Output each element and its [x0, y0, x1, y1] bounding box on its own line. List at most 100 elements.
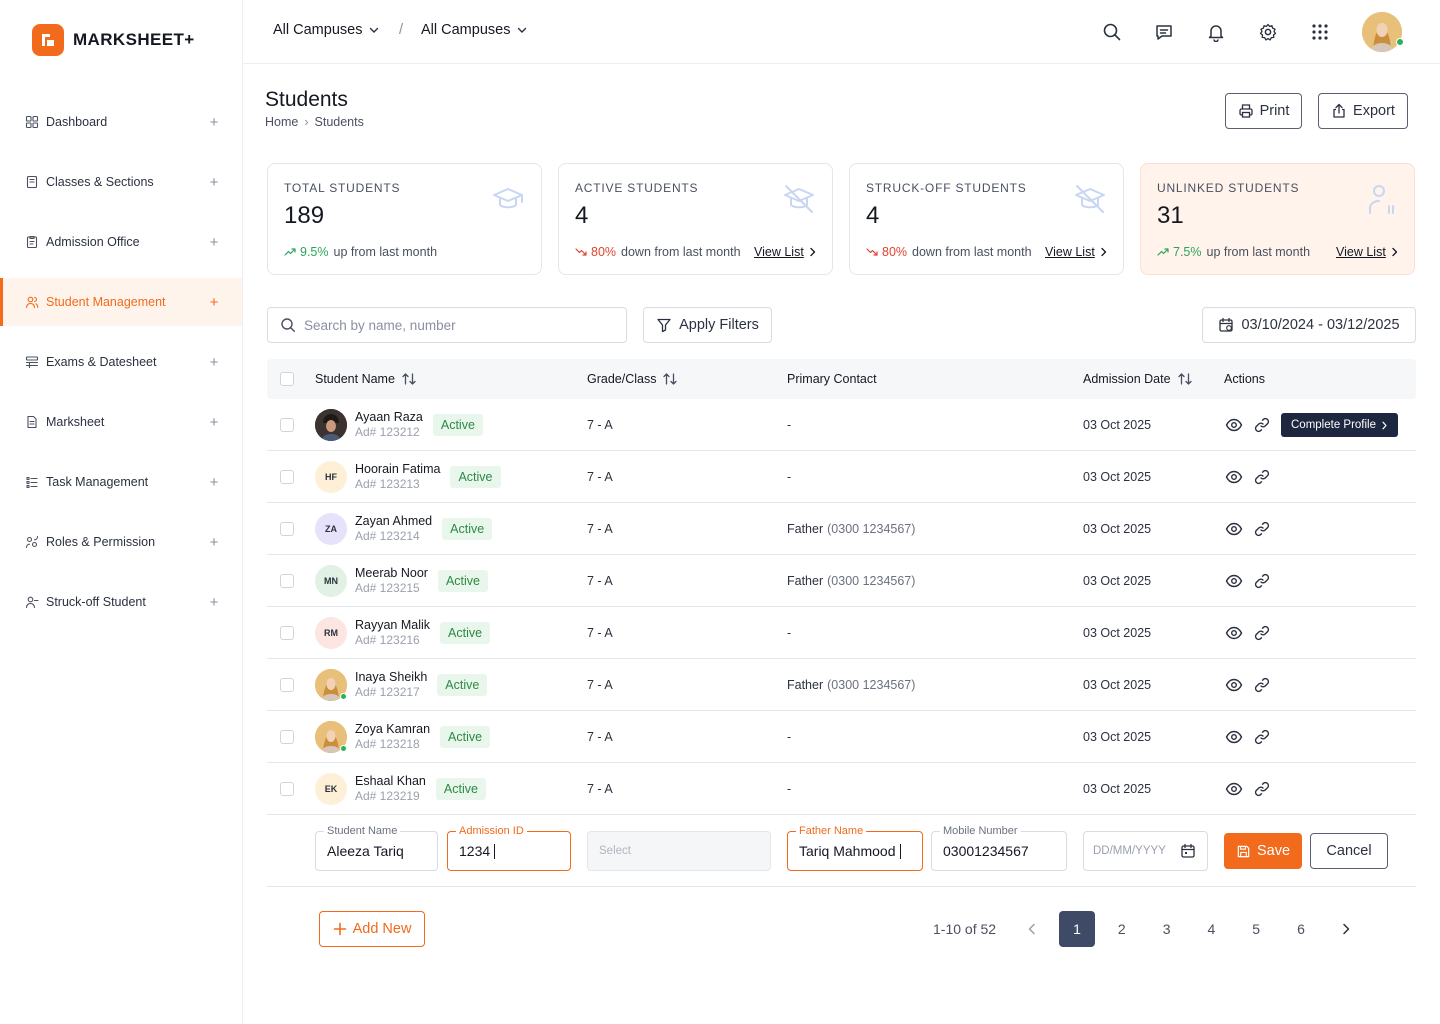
calendar-icon[interactable] — [1180, 843, 1196, 859]
search-icon[interactable] — [1102, 22, 1122, 42]
plus-icon[interactable]: + — [208, 414, 220, 431]
pagination-next[interactable] — [1328, 911, 1364, 947]
eye-icon[interactable] — [1225, 416, 1243, 434]
student-name[interactable]: Inaya Sheikh — [355, 670, 427, 685]
cancel-button[interactable]: Cancel — [1310, 833, 1388, 869]
select-all-checkbox[interactable] — [280, 372, 294, 386]
view-list-link[interactable]: View List — [1336, 245, 1399, 259]
plus-icon[interactable]: + — [208, 114, 220, 131]
table-row[interactable]: Zoya Kamran Ad# 123218 Active 7 - A - 03 Oct … — [267, 711, 1416, 763]
table-row[interactable]: RM Rayyan Malik Ad# 123216 Active 7 - A - 03 O… — [267, 607, 1416, 659]
pagination-page[interactable]: 2 — [1104, 911, 1140, 947]
brand-logo[interactable]: MARKSHEET+ — [32, 24, 195, 56]
pagination-page[interactable]: 5 — [1238, 911, 1274, 947]
export-button[interactable]: Export — [1318, 93, 1408, 129]
father-name-field[interactable]: Father Name Tariq Mahmood — [787, 824, 923, 871]
campus-select-right[interactable]: All Campuses — [421, 22, 528, 38]
mobile-number-field[interactable]: Mobile Number 03001234567 — [931, 824, 1067, 871]
pagination-page[interactable]: 3 — [1149, 911, 1185, 947]
sort-admission-date[interactable]: Admission Date — [1083, 359, 1193, 399]
row-checkbox[interactable] — [280, 730, 294, 744]
sort-grade[interactable]: Grade/Class — [587, 359, 678, 399]
student-name-field[interactable]: Student Name Aleeza Tariq — [315, 824, 438, 871]
plus-icon[interactable]: + — [208, 174, 220, 191]
complete-profile-button[interactable]: Complete Profile — [1281, 413, 1399, 437]
sidebar-item-task-management[interactable]: Task Management + — [0, 458, 242, 506]
sidebar-item-admission-office[interactable]: Admission Office + — [0, 218, 242, 266]
pagination-page[interactable]: 6 — [1283, 911, 1319, 947]
sidebar-item-exams-datesheet[interactable]: Exams & Datesheet + — [0, 338, 242, 386]
student-name[interactable]: Ayaan Raza — [355, 410, 423, 425]
student-name[interactable]: Zayan Ahmed — [355, 514, 432, 529]
breadcrumb-home[interactable]: Home — [265, 115, 298, 129]
plus-icon[interactable]: + — [208, 294, 220, 311]
row-checkbox[interactable] — [280, 782, 294, 796]
sidebar-item-classes-sections[interactable]: Classes & Sections + — [0, 158, 242, 206]
row-checkbox[interactable] — [280, 626, 294, 640]
link-icon[interactable] — [1253, 468, 1271, 486]
table-row[interactable]: ZA Zayan Ahmed Ad# 123214 Active 7 - A Father… — [267, 503, 1416, 555]
link-icon[interactable] — [1253, 416, 1271, 434]
admission-date-input[interactable] — [1093, 845, 1178, 857]
grade-select[interactable]: Select — [587, 831, 771, 871]
search-input[interactable] — [304, 317, 604, 333]
student-name[interactable]: Hoorain Fatima — [355, 462, 440, 477]
table-row[interactable]: EK Eshaal Khan Ad# 123219 Active 7 - A - 03 Oc… — [267, 763, 1416, 815]
link-icon[interactable] — [1253, 624, 1271, 642]
eye-icon[interactable] — [1225, 468, 1243, 486]
sort-student-name[interactable]: Student Name — [315, 359, 417, 399]
pagination-page[interactable]: 1 — [1059, 911, 1095, 947]
pagination-page[interactable]: 4 — [1193, 911, 1229, 947]
eye-icon[interactable] — [1225, 780, 1243, 798]
row-checkbox[interactable] — [280, 678, 294, 692]
eye-icon[interactable] — [1225, 624, 1243, 642]
row-checkbox[interactable] — [280, 418, 294, 432]
pagination-prev[interactable] — [1014, 911, 1050, 947]
sidebar-item-dashboard[interactable]: Dashboard + — [0, 98, 242, 146]
row-checkbox[interactable] — [280, 522, 294, 536]
campus-select-left[interactable]: All Campuses — [273, 22, 380, 38]
add-new-button[interactable]: Add New — [319, 911, 425, 947]
gear-icon[interactable] — [1258, 22, 1278, 42]
link-icon[interactable] — [1253, 572, 1271, 590]
plus-icon[interactable]: + — [208, 474, 220, 491]
student-name[interactable]: Zoya Kamran — [355, 722, 430, 737]
row-checkbox[interactable] — [280, 574, 294, 588]
student-name[interactable]: Eshaal Khan — [355, 774, 426, 789]
table-row[interactable]: MN Meerab Noor Ad# 123215 Active 7 - A Father… — [267, 555, 1416, 607]
table-row[interactable]: HF Hoorain Fatima Ad# 123213 Active 7 - A - 03… — [267, 451, 1416, 503]
eye-icon[interactable] — [1225, 676, 1243, 694]
plus-icon[interactable]: + — [208, 354, 220, 371]
eye-icon[interactable] — [1225, 520, 1243, 538]
save-button[interactable]: Save — [1224, 833, 1302, 869]
view-list-link[interactable]: View List — [1045, 245, 1108, 259]
sidebar-item-struck-off-student[interactable]: Struck-off Student + — [0, 578, 242, 626]
student-name[interactable]: Meerab Noor — [355, 566, 428, 581]
plus-icon[interactable]: + — [208, 234, 220, 251]
link-icon[interactable] — [1253, 520, 1271, 538]
view-list-link[interactable]: View List — [754, 245, 817, 259]
messages-icon[interactable] — [1154, 22, 1174, 42]
table-row[interactable]: Ayaan Raza Ad# 123212 Active 7 - A - 03 Oct 2… — [267, 399, 1416, 451]
student-name[interactable]: Rayyan Malik — [355, 618, 430, 633]
admission-id-field[interactable]: Admission ID 1234 — [447, 824, 571, 871]
plus-icon[interactable]: + — [208, 594, 220, 611]
bell-icon[interactable] — [1206, 22, 1226, 42]
sidebar-item-marksheet[interactable]: Marksheet + — [0, 398, 242, 446]
date-range-picker[interactable]: 03/10/2024 - 03/12/2025 — [1202, 307, 1416, 343]
link-icon[interactable] — [1253, 676, 1271, 694]
link-icon[interactable] — [1253, 780, 1271, 798]
eye-icon[interactable] — [1225, 728, 1243, 746]
sidebar-item-student-management[interactable]: Student Management + — [0, 278, 242, 326]
print-button[interactable]: Print — [1225, 93, 1302, 129]
apps-grid-icon[interactable] — [1310, 22, 1330, 42]
list-icon — [25, 356, 39, 369]
apply-filters-button[interactable]: Apply Filters — [643, 307, 772, 343]
table-row[interactable]: Inaya Sheikh Ad# 123217 Active 7 - A Father(… — [267, 659, 1416, 711]
link-icon[interactable] — [1253, 728, 1271, 746]
plus-icon[interactable]: + — [208, 534, 220, 551]
user-avatar[interactable] — [1362, 12, 1402, 52]
sidebar-item-roles-permission[interactable]: Roles & Permission + — [0, 518, 242, 566]
row-checkbox[interactable] — [280, 470, 294, 484]
eye-icon[interactable] — [1225, 572, 1243, 590]
